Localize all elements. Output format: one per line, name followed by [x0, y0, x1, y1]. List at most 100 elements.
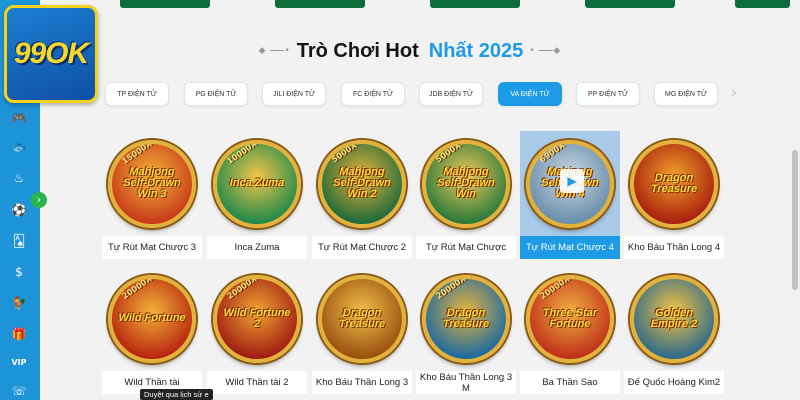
top-strip-bar: [275, 0, 365, 8]
game-name[interactable]: Tự Rút Mạt Chược 4: [520, 236, 620, 259]
game-thumbnail[interactable]: 20000X Wild Fortune 2: [207, 266, 307, 371]
game-art: 5000X Mahjong Self-Drawn Win: [422, 139, 510, 228]
rooster-icon[interactable]: 🐓: [11, 295, 27, 311]
top-strip-bar: [120, 0, 210, 8]
sidebar-toggle-icon[interactable]: ›: [31, 192, 47, 208]
game-art: 5000X Mahjong Self-Drawn Win 2: [318, 139, 406, 228]
gamepad-icon[interactable]: 🎮: [11, 110, 27, 126]
fish-icon[interactable]: 🐟: [11, 139, 27, 155]
tab-fc[interactable]: FC ĐIỆN TỬ: [341, 82, 405, 106]
game-name[interactable]: Inca Zuma: [207, 236, 307, 259]
coin-icon[interactable]: $: [11, 264, 27, 280]
game-name[interactable]: Kho Báu Thần Long 3: [312, 371, 412, 394]
game-card[interactable]: Dragon Treasure Kho Báu Thần Long 3: [312, 266, 412, 394]
game-thumbnail[interactable]: 20000X Three Star Fortune: [520, 266, 620, 371]
game-thumbnail[interactable]: 5000X Mahjong Self-Drawn Win: [416, 131, 516, 236]
game-card[interactable]: 5000X Mahjong Self-Drawn Win 2 Tự Rút Mạt …: [312, 131, 412, 259]
game-name[interactable]: Kho Báu Thần Long 4: [624, 236, 724, 259]
tab-va[interactable]: VA ĐIỆN TỬ: [498, 82, 562, 106]
game-card[interactable]: 5000X Mahjong Self-Drawn Win Tự Rút Mạt Ch…: [416, 131, 516, 259]
game-name[interactable]: Tự Rút Mạt Chược 3: [102, 236, 202, 259]
section-title: ◆ • Trò Chơi Hot Nhất 2025 • ◆: [245, 36, 575, 66]
brand-logo-text: 99OK: [13, 37, 89, 70]
game-thumbnail[interactable]: 20000X Dragon Treasure: [416, 266, 516, 371]
game-card[interactable]: 15000X Mahjong Self-Drawn Win 3 Tự Rút Mạt…: [102, 131, 202, 259]
game-name[interactable]: Đế Quốc Hoàng Kim2: [624, 371, 724, 394]
tabs-next-icon[interactable]: ›: [730, 82, 744, 104]
game-art: 10000X Inca Zuma: [213, 139, 301, 228]
lottery-icon[interactable]: ♨: [11, 170, 27, 186]
game-art-title: Three Star Fortune: [542, 306, 598, 330]
game-art-title: Dragon Treasure: [338, 306, 386, 330]
game-multiplier: 20000X: [120, 274, 154, 301]
scrollbar-thumb[interactable]: [792, 150, 798, 290]
tooltip: Duyệt qua lịch sử e: [140, 389, 213, 400]
tab-mg[interactable]: MG ĐIỆN TỬ: [654, 82, 718, 106]
title-decoration-left: ◆ •: [258, 46, 291, 56]
game-art: Dragon Treasure: [630, 139, 718, 228]
game-name[interactable]: Ba Thần Sao: [520, 371, 620, 394]
game-card[interactable]: Dragon Treasure Kho Báu Thần Long 4: [624, 131, 724, 259]
top-strip-bar: [735, 0, 790, 8]
tab-pp[interactable]: PP ĐIỆN TỬ: [576, 82, 640, 106]
game-thumbnail[interactable]: Dragon Treasure: [312, 266, 412, 371]
soccer-icon[interactable]: ⚽: [11, 202, 27, 218]
game-art-title: Dragon Treasure: [442, 306, 490, 330]
game-art: 20000X Wild Fortune: [108, 274, 196, 363]
game-multiplier: 20000X: [538, 274, 572, 301]
brand-logo[interactable]: 99OK: [4, 5, 98, 103]
game-thumbnail[interactable]: 15000X Mahjong Self-Drawn Win 3: [102, 131, 202, 236]
game-card[interactable]: 6900XMahjong Self-Drawn Win 4▶Tự Rút Mạt…: [520, 131, 620, 259]
game-art-title: Wild Fortune 2: [223, 306, 291, 330]
game-art: 15000X Mahjong Self-Drawn Win 3: [108, 139, 196, 228]
game-art: 20000X Three Star Fortune: [526, 274, 614, 363]
tab-pg[interactable]: PG ĐIỆN TỬ: [184, 82, 248, 106]
game-thumbnail[interactable]: 5000X Mahjong Self-Drawn Win 2: [312, 131, 412, 236]
game-art-title: Mahjong Self-Drawn Win 2: [333, 166, 391, 200]
game-multiplier: 20000X: [434, 274, 468, 301]
game-thumbnail[interactable]: 6900XMahjong Self-Drawn Win 4▶: [520, 131, 620, 236]
game-art: 20000X Wild Fortune 2: [213, 274, 301, 363]
game-art: Golden Empire 2: [630, 274, 718, 363]
game-art-title: Inca Zuma: [229, 177, 285, 189]
game-thumbnail[interactable]: Dragon Treasure: [624, 131, 724, 236]
phone-icon[interactable]: ☏: [11, 383, 27, 399]
game-art-title: Mahjong Self-Drawn Win 3: [123, 166, 181, 200]
game-art-title: Mahjong Self-Drawn Win: [437, 166, 495, 200]
page: 🎮 🐟 ♨ ⚽ 🂡 $ 🐓 🎁 VIP ☏ › 99OK ◆ • Trò Chơ…: [0, 0, 800, 400]
game-multiplier: 6900X: [537, 140, 567, 164]
game-multiplier: 15000X: [120, 139, 154, 166]
scrollbar[interactable]: [790, 0, 800, 400]
top-strip: [100, 0, 790, 10]
game-thumbnail[interactable]: Golden Empire 2: [624, 266, 724, 371]
top-strip-bar: [430, 0, 520, 8]
game-card[interactable]: 20000X Wild Fortune 2 Wild Thần tài 2: [207, 266, 307, 394]
section-title-main: Trò Chơi Hot: [296, 39, 419, 62]
game-multiplier: 5000X: [433, 140, 463, 164]
tab-jdb[interactable]: JDB ĐIỆN TỬ: [419, 82, 483, 106]
cards-icon[interactable]: 🂡: [11, 233, 27, 249]
section-title-accent: Nhất 2025: [428, 39, 524, 62]
vip-icon[interactable]: VIP: [11, 355, 27, 371]
top-strip-bar: [585, 0, 675, 8]
game-name[interactable]: Kho Báu Thần Long 3 M: [416, 371, 516, 394]
game-card[interactable]: 20000X Three Star Fortune Ba Thần Sao: [520, 266, 620, 394]
game-name[interactable]: Wild Thần tài 2: [207, 371, 307, 394]
game-card[interactable]: 20000X Dragon Treasure Kho Báu Thần Long 3…: [416, 266, 516, 394]
game-card[interactable]: 20000X Wild Fortune Wild Thần tài: [102, 266, 202, 394]
game-art: 20000X Dragon Treasure: [422, 274, 510, 363]
gift-icon[interactable]: 🎁: [11, 326, 27, 342]
game-name[interactable]: Tự Rút Mạt Chược 2: [312, 236, 412, 259]
game-multiplier: 20000X: [225, 274, 259, 301]
game-thumbnail[interactable]: 10000X Inca Zuma: [207, 131, 307, 236]
game-art-title: Golden Empire 2: [650, 306, 698, 330]
play-icon[interactable]: ▶: [560, 169, 584, 193]
game-card[interactable]: 10000X Inca Zuma Inca Zuma: [207, 131, 307, 259]
game-name[interactable]: Tự Rút Mạt Chược: [416, 236, 516, 259]
game-art: Dragon Treasure: [318, 274, 406, 363]
tab-tp[interactable]: TP ĐIỆN TỬ: [105, 82, 169, 106]
game-thumbnail[interactable]: 20000X Wild Fortune: [102, 266, 202, 371]
game-art-title: Wild Fortune: [118, 312, 186, 324]
game-card[interactable]: Golden Empire 2 Đế Quốc Hoàng Kim2: [624, 266, 724, 394]
tab-jili[interactable]: JILI ĐIỆN TỬ: [262, 82, 326, 106]
